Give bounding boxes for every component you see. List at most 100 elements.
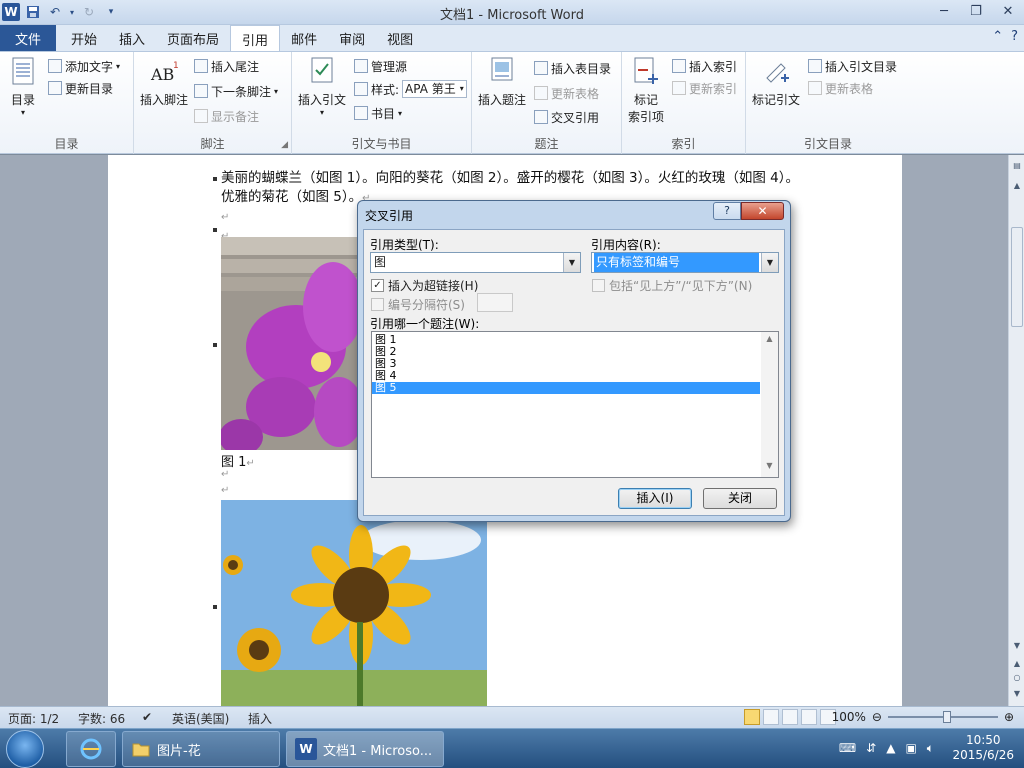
tab-view[interactable]: 视图 xyxy=(376,25,424,51)
list-scrollbar[interactable]: ▲ ▼ xyxy=(761,332,778,477)
insert-footnote-button[interactable]: AB 1 插入脚注 xyxy=(140,56,188,108)
tab-review[interactable]: 审阅 xyxy=(328,25,376,51)
input-method-icon[interactable]: ⇵ xyxy=(866,741,876,756)
separate-numbers-checkbox[interactable]: 编号分隔符(S) xyxy=(371,296,465,313)
style-dropdown[interactable]: APA 第王 ▾ xyxy=(402,80,467,98)
close-icon[interactable]: ✕ xyxy=(992,0,1024,22)
orchid-image[interactable] xyxy=(221,237,357,450)
network-icon[interactable]: ▣ xyxy=(905,741,916,756)
insert-table-of-figures-button[interactable]: 插入表目录 xyxy=(534,58,611,78)
zoom-slider-handle[interactable] xyxy=(942,711,951,723)
ref-content-select[interactable]: 只有标签和编号 ▼ xyxy=(591,252,779,273)
web-layout-icon[interactable] xyxy=(782,709,798,725)
ref-content-dropdown-icon[interactable]: ▼ xyxy=(761,253,778,272)
list-item[interactable]: 图 1 xyxy=(372,334,760,346)
next-footnote-icon xyxy=(194,84,208,98)
tab-home[interactable]: 开始 xyxy=(60,25,108,51)
toc-button[interactable]: 目录 ▾ xyxy=(8,56,38,117)
figure-caption-1[interactable]: 图 1↵ xyxy=(221,451,255,470)
show-notes-button[interactable]: 显示备注 xyxy=(194,106,259,126)
taskbar-item-folder[interactable]: 图片-花 xyxy=(122,731,280,767)
minimize-icon[interactable]: ─ xyxy=(928,0,960,22)
separator-input[interactable] xyxy=(477,293,513,312)
tab-page-layout[interactable]: 页面布局 xyxy=(156,25,230,51)
tab-insert[interactable]: 插入 xyxy=(108,25,156,51)
language[interactable]: 英语(美国) xyxy=(172,710,229,727)
volume-icon[interactable]: 🔈︎ xyxy=(927,741,934,756)
include-above-below-checkbox[interactable]: 包括“见上方”/“见下方”(N) xyxy=(592,277,752,294)
scroll-thumb[interactable] xyxy=(1011,227,1023,327)
insert-caption-button[interactable]: 插入题注 xyxy=(478,56,526,108)
next-footnote-button[interactable]: 下一条脚注 ▾ xyxy=(194,81,278,101)
ie-taskbar-icon[interactable] xyxy=(66,731,116,767)
page-count[interactable]: 页面: 1/2 xyxy=(8,710,59,727)
browse-object-icon[interactable]: ○ xyxy=(1009,673,1024,687)
mark-entry-button[interactable]: 标记 索引项 xyxy=(628,56,664,125)
ref-type-dropdown-icon[interactable]: ▼ xyxy=(563,253,580,272)
zoom-out-icon[interactable]: ⊖ xyxy=(872,710,882,724)
list-item[interactable]: 图 3 xyxy=(372,358,760,370)
add-text-button[interactable]: 添加文字 ▾ xyxy=(48,56,120,76)
manage-sources-button[interactable]: 管理源 xyxy=(354,56,407,76)
zoom-level[interactable]: 100% xyxy=(832,710,866,724)
dialog-help-icon[interactable]: ? xyxy=(713,202,741,220)
insert-hyperlink-checkbox[interactable]: ✓ 插入为超链接(H) xyxy=(371,277,478,294)
cross-reference-button[interactable]: 交叉引用 xyxy=(534,107,599,127)
collapse-ribbon-icon[interactable]: ⌃ xyxy=(992,29,1003,44)
zoom-slider[interactable] xyxy=(887,711,998,723)
update-table-button[interactable]: 更新表格 xyxy=(534,83,599,103)
insert-button[interactable]: 插入(I) xyxy=(618,488,692,509)
start-button-icon[interactable] xyxy=(6,730,44,768)
ref-type-select[interactable]: 图 ▼ xyxy=(370,252,581,273)
update-toa-button[interactable]: 更新表格 xyxy=(808,78,873,98)
keyboard-icon[interactable]: ⌨ xyxy=(839,741,856,756)
update-toa-icon xyxy=(808,81,822,95)
dialog-close-icon[interactable]: ✕ xyxy=(741,202,784,220)
add-text-icon xyxy=(48,59,62,73)
help-icon[interactable]: ? xyxy=(1011,29,1018,44)
insert-endnote-button[interactable]: 插入尾注 xyxy=(194,56,259,76)
mark-citation-button[interactable]: 标记引文 xyxy=(752,56,800,108)
update-table-icon xyxy=(534,86,548,100)
full-screen-reading-icon[interactable] xyxy=(763,709,779,725)
next-page-icon[interactable]: ▼ xyxy=(1009,689,1024,703)
taskbar-item-word[interactable]: W 文档1 - Microso... xyxy=(286,731,444,767)
vertical-scrollbar[interactable]: ▤ ▲ ▼ ▲ ○ ▼ xyxy=(1008,155,1024,706)
group-citations: 插入引文 ▾ 管理源 样式: APA 第王 ▾ 书目 ▾ 引文与书目 xyxy=(292,52,472,154)
list-scroll-down-icon[interactable]: ▼ xyxy=(761,461,778,475)
bibliography-button[interactable]: 书目 ▾ xyxy=(354,103,402,123)
outline-icon[interactable] xyxy=(801,709,817,725)
update-index-button[interactable]: 更新索引 xyxy=(672,78,737,98)
scroll-down-icon[interactable]: ▼ xyxy=(1009,641,1024,655)
scroll-up-icon[interactable]: ▲ xyxy=(1009,181,1024,195)
list-item[interactable]: 图 5 xyxy=(372,382,760,394)
list-scroll-up-icon[interactable]: ▲ xyxy=(761,334,778,348)
show-hidden-icons-icon[interactable]: ▲ xyxy=(886,741,895,756)
print-layout-icon[interactable] xyxy=(744,709,760,725)
tab-references[interactable]: 引用 xyxy=(230,25,281,52)
empty-paragraph: ↵ xyxy=(221,485,230,496)
tab-file[interactable]: 文件 xyxy=(0,25,56,51)
proofing-icon[interactable]: ✔ xyxy=(142,710,152,724)
caption-list[interactable]: 图 1 图 2 图 3 图 4 图 5 ▲ ▼ xyxy=(371,331,779,478)
insert-index-button[interactable]: 插入索引 xyxy=(672,56,737,76)
word-count[interactable]: 字数: 66 xyxy=(78,710,125,727)
tab-mailings[interactable]: 邮件 xyxy=(280,25,328,51)
window-title: 文档1 - Microsoft Word xyxy=(440,8,584,23)
restore-icon[interactable]: ❐ xyxy=(960,0,992,22)
clock[interactable]: 10:50 2015/6/26 xyxy=(952,733,1014,763)
list-item[interactable]: 图 4 xyxy=(372,370,760,382)
prev-page-icon[interactable]: ▲ xyxy=(1009,659,1024,673)
update-toc-button[interactable]: 更新目录 xyxy=(48,78,113,98)
status-bar: 页面: 1/2 字数: 66 ✔ 英语(美国) 插入 100% ⊖ ⊕ xyxy=(0,706,1024,728)
sunflower-image[interactable] xyxy=(221,500,487,706)
insert-mode[interactable]: 插入 xyxy=(248,710,272,727)
list-item[interactable]: 图 2 xyxy=(372,346,760,358)
style-selector: 样式: APA 第王 ▾ xyxy=(354,79,467,99)
insert-toa-button[interactable]: 插入引文目录 xyxy=(808,56,897,76)
close-button[interactable]: 关闭 xyxy=(703,488,777,509)
ruler-toggle-icon[interactable]: ▤ xyxy=(1009,161,1024,175)
zoom-in-icon[interactable]: ⊕ xyxy=(1004,710,1014,724)
checkmark-icon: ✓ xyxy=(371,279,384,292)
insert-citation-button[interactable]: 插入引文 ▾ xyxy=(298,56,346,117)
